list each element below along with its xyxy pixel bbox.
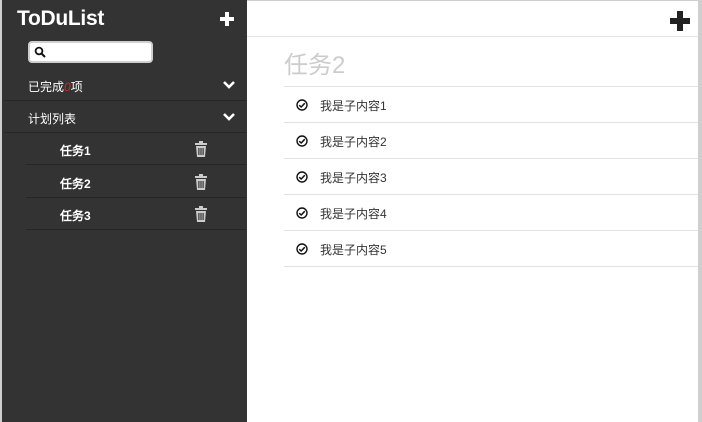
check-circle-icon[interactable]: [296, 99, 308, 111]
subtask-item: 我是子内容1: [284, 87, 698, 123]
task-label: 任务3: [60, 209, 91, 223]
plan-list-label: 计划列表: [28, 112, 77, 126]
check-circle-icon[interactable]: [296, 171, 308, 183]
sidebar-task-item[interactable]: 任务2: [26, 166, 246, 198]
subtask-text: 我是子内容5: [320, 243, 387, 257]
main-top-border: [247, 0, 698, 1]
chevron-down-icon: [223, 81, 235, 89]
add-list-button[interactable]: [217, 9, 237, 29]
check-circle-icon[interactable]: [296, 135, 308, 147]
app-title: ToDuList: [17, 7, 105, 30]
subtask-text: 我是子内容4: [320, 207, 387, 221]
task-title: 任务2: [284, 52, 346, 79]
sidebar-header: ToDuList: [2, 0, 249, 37]
chevron-down-icon: [223, 113, 235, 121]
trash-icon[interactable]: [194, 141, 208, 157]
sidebar: ToDuList 已完成0项 计划列表 任务1 任务2 任务3: [0, 0, 247, 422]
subtask-text: 我是子内容2: [320, 135, 387, 149]
search-icon: [34, 46, 46, 58]
task-label: 任务1: [60, 144, 91, 158]
check-circle-icon[interactable]: [296, 243, 308, 255]
completed-section-toggle[interactable]: 已完成0项: [4, 69, 246, 101]
subtask-item: 我是子内容4: [284, 195, 698, 231]
trash-icon[interactable]: [194, 174, 208, 190]
window-right-edge: [698, 0, 702, 422]
subtask-item: 我是子内容5: [284, 231, 698, 267]
search-input[interactable]: [48, 44, 148, 60]
subtask-text: 我是子内容1: [320, 99, 387, 113]
sidebar-task-item[interactable]: 任务3: [26, 198, 246, 230]
sidebar-task-item[interactable]: 任务1: [26, 133, 246, 165]
main-header-divider: [247, 36, 698, 37]
task-label: 任务2: [60, 177, 91, 191]
trash-icon[interactable]: [194, 206, 208, 222]
plan-list-section-toggle[interactable]: 计划列表: [4, 101, 246, 133]
subtask-text: 我是子内容3: [320, 171, 387, 185]
subtask-item: 我是子内容3: [284, 159, 698, 195]
completed-count: 0: [64, 80, 71, 94]
plus-icon: [670, 11, 690, 31]
search-box[interactable]: [28, 41, 153, 63]
plus-icon: [220, 12, 234, 26]
completed-label: 已完成0项: [28, 80, 83, 94]
subtask-item: 我是子内容2: [284, 123, 698, 159]
check-circle-icon[interactable]: [296, 207, 308, 219]
add-item-button[interactable]: [669, 10, 691, 32]
